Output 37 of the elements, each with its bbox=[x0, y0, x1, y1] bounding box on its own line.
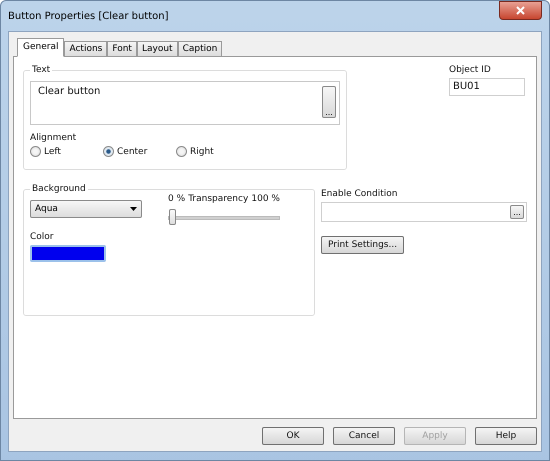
browse-button[interactable]: ... bbox=[510, 205, 524, 219]
browse-button[interactable]: ... bbox=[322, 86, 336, 118]
close-button[interactable] bbox=[499, 1, 542, 20]
object-id-label: Object ID bbox=[449, 65, 492, 75]
close-icon bbox=[516, 6, 525, 15]
enable-condition-field[interactable]: ... bbox=[321, 202, 527, 222]
tab[interactable]: Layout bbox=[136, 41, 178, 57]
tab[interactable]: Font bbox=[107, 41, 137, 57]
tab[interactable]: Actions bbox=[64, 41, 108, 57]
background-dropdown[interactable]: Aqua bbox=[30, 200, 142, 218]
group-title: Text bbox=[30, 65, 52, 75]
slider-label: Transparency bbox=[188, 194, 248, 204]
object-id-field[interactable]: BU01 bbox=[449, 78, 525, 96]
enable-condition-label: Enable Condition bbox=[321, 189, 398, 199]
caret-icon bbox=[130, 207, 137, 211]
radio-label: Left bbox=[44, 146, 61, 156]
dialog-button[interactable]: OK bbox=[262, 427, 324, 445]
dialog-button[interactable]: Cancel bbox=[333, 427, 395, 445]
dialog-button[interactable]: Help bbox=[475, 427, 537, 445]
alignment-label: Alignment bbox=[30, 133, 78, 143]
color-swatch[interactable] bbox=[30, 245, 106, 262]
print-settings-button[interactable]: Print Settings... bbox=[321, 236, 404, 254]
slider-thumb[interactable] bbox=[169, 209, 176, 225]
text-field[interactable]: Clear button ... bbox=[30, 81, 340, 125]
slider-min-label: 0 % bbox=[168, 194, 186, 204]
slider-max-label: 100 % bbox=[251, 194, 280, 204]
window-title: Button Properties [Clear button] bbox=[8, 10, 169, 22]
radio-button[interactable] bbox=[30, 146, 41, 157]
tab[interactable]: General bbox=[17, 38, 64, 57]
radio-label: Right bbox=[190, 146, 214, 156]
radio-label: Center bbox=[117, 146, 148, 156]
group-title: Background bbox=[30, 184, 88, 194]
radio-button[interactable] bbox=[176, 146, 187, 157]
tab[interactable]: Caption bbox=[178, 41, 222, 57]
radio-button[interactable] bbox=[103, 146, 114, 157]
field-value: Clear button bbox=[38, 86, 100, 99]
color-label: Color bbox=[30, 232, 54, 242]
